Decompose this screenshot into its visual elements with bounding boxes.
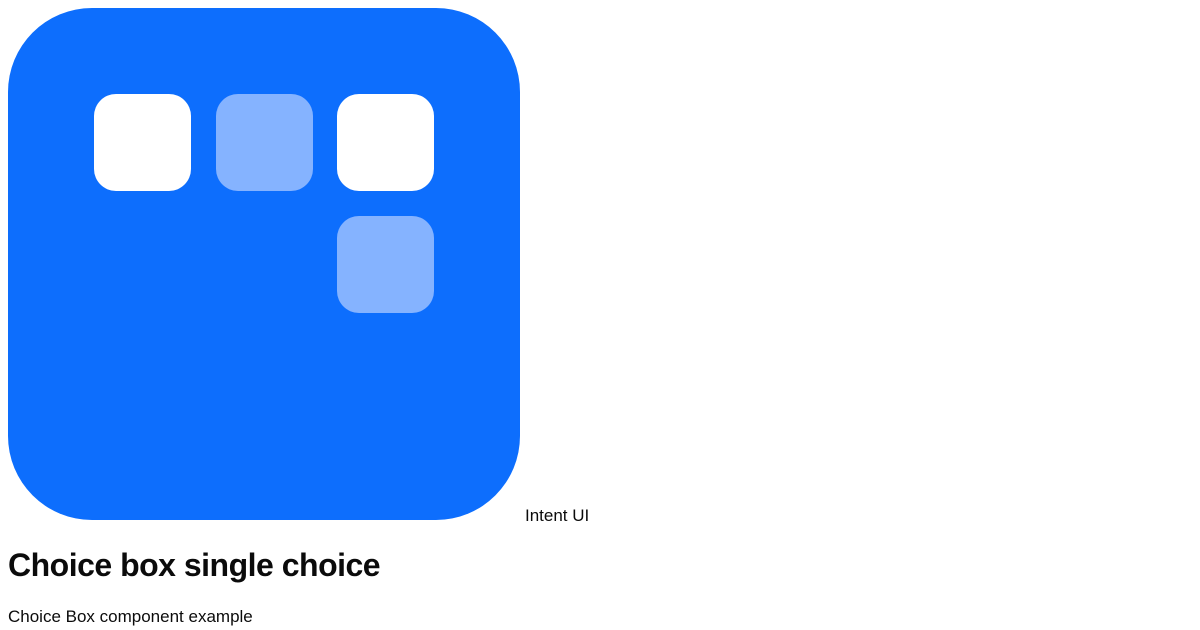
logo-tile-1 bbox=[94, 94, 191, 191]
page: Intent UI Choice box single choice Choic… bbox=[0, 0, 1200, 630]
brand-name: Intent UI bbox=[525, 506, 590, 525]
logo-tile-3 bbox=[337, 94, 434, 191]
logo-tile-2 bbox=[216, 94, 313, 191]
logo-tile-4 bbox=[337, 216, 434, 313]
app-logo bbox=[8, 8, 520, 520]
page-description: Choice Box component example bbox=[8, 607, 253, 626]
page-title: Choice box single choice bbox=[8, 547, 381, 583]
